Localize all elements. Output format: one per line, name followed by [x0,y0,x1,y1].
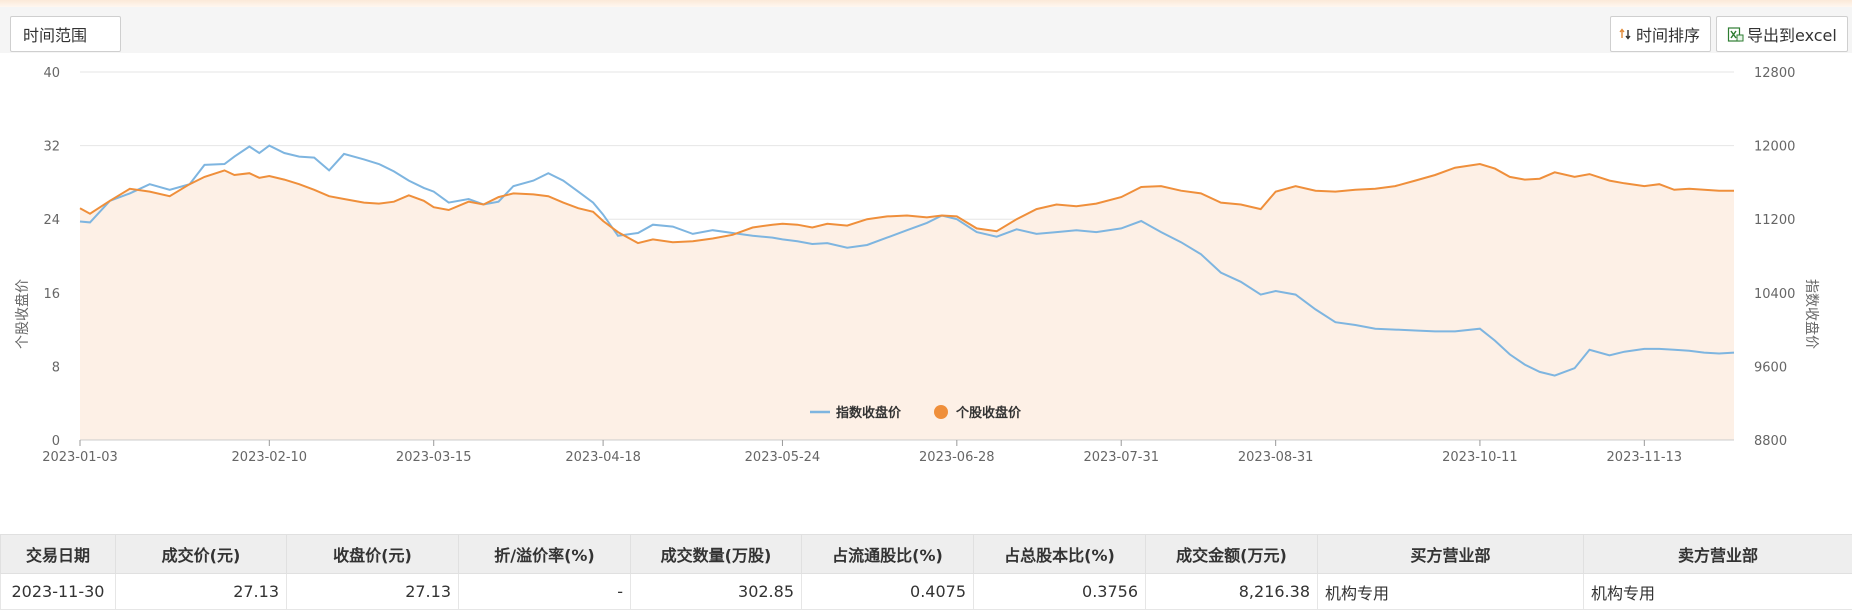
x-tick-label: 2023-05-24 [745,450,821,465]
header-deal-price[interactable]: 成交价(元) [116,535,287,574]
price-chart: 0 8 16 24 32 40 8800 9600 10400 11200 12000 12800 20… [0,56,1852,496]
toolbar: 时间范围 时间排序 导出到excel [0,7,1852,53]
y-axis-left-label: 个股收盘价 [14,279,31,349]
header-trade-date[interactable]: 交易日期 [1,535,116,574]
x-tick-label: 2023-08-31 [1238,450,1314,465]
stock-price-area [80,164,1734,440]
x-tick-label: 2023-02-10 [232,450,308,465]
header-amount[interactable]: 成交金额(万元) [1146,535,1318,574]
y-left-tick-label: 16 [43,287,60,302]
y-left-tick-label: 24 [43,213,60,228]
time-sort-button[interactable]: 时间排序 [1610,16,1711,52]
cell-trade-date: 2023-11-30 [1,574,116,610]
y-left-tick-label: 40 [43,66,60,81]
header-total-ratio[interactable]: 占总股本比(%) [974,535,1146,574]
x-tick-label: 2023-04-18 [565,450,641,465]
y-right-tick-label: 9600 [1754,360,1787,375]
header-seller[interactable]: 卖方营业部 [1584,535,1852,574]
legend-index-label: 指数收盘价 [836,405,902,421]
table-header-row: 交易日期 成交价(元) 收盘价(元) 折/溢价率(%) 成交数量(万股) 占流通… [1,535,1852,574]
table-row: 2023-11-30 27.13 27.13 - 302.85 0.4075 0… [1,574,1852,610]
y-left-tick-label: 0 [52,434,60,449]
sort-arrows-icon [1619,27,1633,41]
y-left-tick-label: 8 [52,360,60,375]
time-sort-label: 时间排序 [1636,22,1700,46]
cell-float-ratio: 0.4075 [802,574,974,610]
top-accent-bar [0,0,1852,7]
cell-premium-rate: - [459,574,631,610]
legend-stock-swatch [934,405,948,419]
x-tick-label: 2023-11-13 [1607,450,1683,465]
y-left-tick-label: 32 [43,140,60,155]
cell-seller: 机构专用 [1584,574,1852,610]
time-range-label: 时间范围 [23,22,87,46]
header-float-ratio[interactable]: 占流通股比(%) [802,535,974,574]
x-tick-label: 2023-07-31 [1083,450,1159,465]
y-right-tick-label: 8800 [1754,434,1787,449]
export-excel-button[interactable]: 导出到excel [1716,16,1848,52]
y-axis-right-label: 指数收盘价 [1803,279,1820,349]
time-range-button[interactable]: 时间范围 [10,16,121,52]
cell-total-ratio: 0.3756 [974,574,1146,610]
y-right-tick-label: 10400 [1754,287,1795,302]
cell-close-price: 27.13 [287,574,459,610]
x-tick-label: 2023-10-11 [1442,450,1518,465]
y-right-tick-label: 12000 [1754,140,1795,155]
header-buyer[interactable]: 买方营业部 [1318,535,1584,574]
block-trade-table: 交易日期 成交价(元) 收盘价(元) 折/溢价率(%) 成交数量(万股) 占流通… [0,534,1852,610]
y-right-tick-label: 11200 [1754,213,1795,228]
cell-deal-price: 27.13 [116,574,287,610]
cell-amount: 8,216.38 [1146,574,1318,610]
x-tick-label: 2023-03-15 [396,450,472,465]
cell-volume: 302.85 [631,574,802,610]
header-volume[interactable]: 成交数量(万股) [631,535,802,574]
y-right-tick-label: 12800 [1754,66,1795,81]
x-tick-label: 2023-01-03 [42,450,118,465]
legend-stock-label: 个股收盘价 [955,405,1022,421]
x-tick-label: 2023-06-28 [919,450,995,465]
export-excel-label: 导出到excel [1747,22,1837,46]
header-close-price[interactable]: 收盘价(元) [287,535,459,574]
cell-buyer: 机构专用 [1318,574,1584,610]
header-premium-rate[interactable]: 折/溢价率(%) [459,535,631,574]
excel-icon [1727,26,1744,43]
